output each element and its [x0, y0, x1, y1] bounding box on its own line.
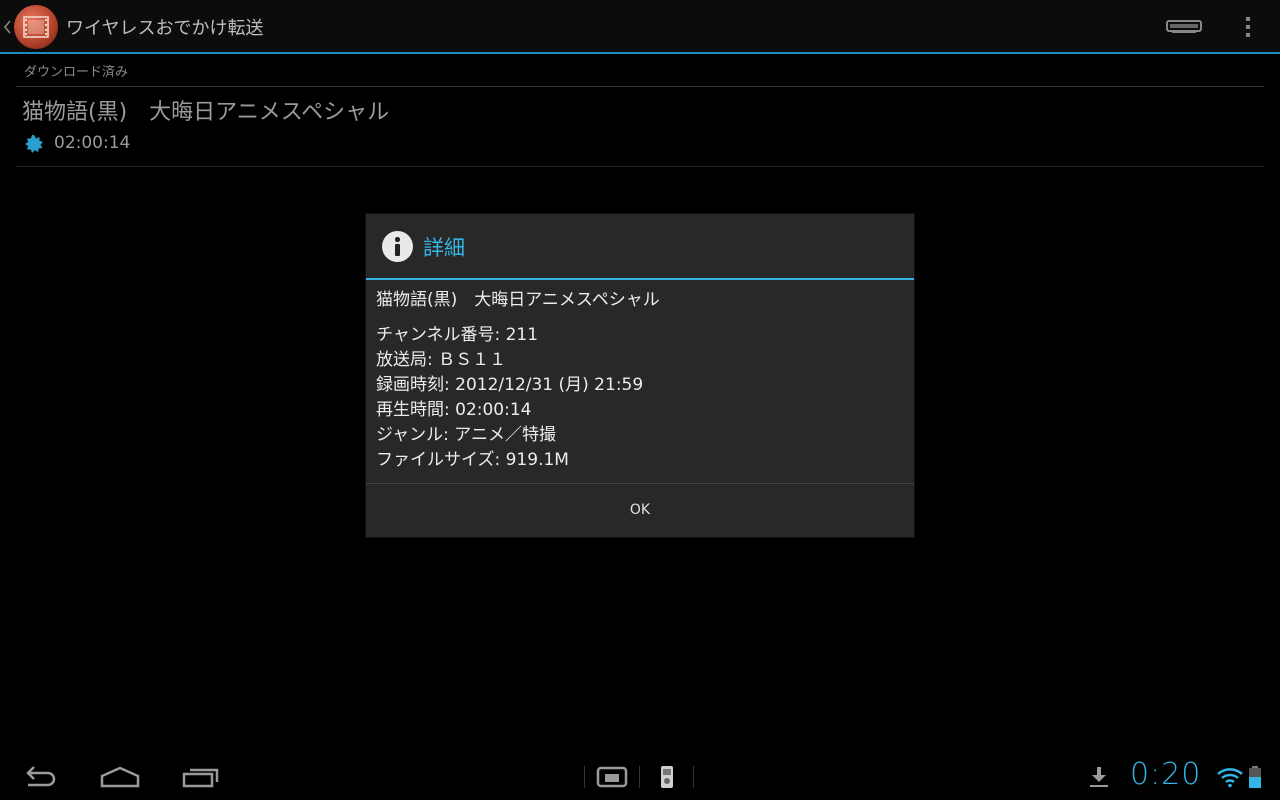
detail-station: 放送局: ＢＳ１１: [376, 350, 507, 370]
dialog-body: 猫物語(黒) 大晦日アニメスペシャル チャンネル番号: 211 放送局: ＢＳ１…: [376, 288, 906, 473]
status-clock: 0:20: [1130, 757, 1202, 792]
nav-separator: [639, 766, 640, 788]
nav-separator: [584, 766, 585, 788]
detail-channel: チャンネル番号: 211: [376, 325, 539, 345]
details-dialog: 詳細 猫物語(黒) 大晦日アニメスペシャル チャンネル番号: 211 放送局: …: [366, 214, 914, 537]
recent-apps-icon[interactable]: [182, 766, 220, 788]
info-icon: [382, 231, 413, 262]
action-bar: ワイヤレスおでかけ転送: [0, 0, 1280, 54]
detail-genre: ジャンル: アニメ／特撮: [376, 425, 556, 445]
detail-record-time: 録画時刻: 2012/12/31 (月) 21:59: [376, 375, 644, 395]
nav-separator: [693, 766, 694, 788]
detail-file-size: ファイルサイズ: 919.1M: [376, 450, 569, 470]
ok-button[interactable]: OK: [366, 484, 914, 537]
recording-title[interactable]: 猫物語(黒) 大晦日アニメスペシャル: [22, 94, 389, 126]
recording-duration: 02:00:14: [54, 133, 131, 153]
back-icon[interactable]: [22, 764, 58, 790]
detail-program-title: 猫物語(黒) 大晦日アニメスペシャル: [376, 290, 660, 310]
home-icon[interactable]: [100, 766, 140, 788]
item-divider: [16, 166, 1264, 167]
wifi-icon: [1217, 768, 1243, 788]
dialog-title: 詳細: [423, 236, 465, 260]
badge-icon: [25, 135, 43, 153]
phone-icon[interactable]: [660, 765, 674, 789]
film-icon[interactable]: [14, 5, 58, 49]
download-icon: [1090, 767, 1108, 787]
section-header: ダウンロード済み: [24, 65, 129, 80]
dialog-header: 詳細: [366, 214, 914, 280]
section-divider: [16, 86, 1264, 87]
screen-icon[interactable]: [596, 766, 628, 788]
back-chevron-icon[interactable]: [2, 13, 12, 41]
battery-icon: [1249, 766, 1261, 788]
device-icon[interactable]: [1166, 18, 1202, 36]
detail-play-time: 再生時間: 02:00:14: [376, 400, 532, 420]
overflow-menu-icon[interactable]: [1240, 14, 1256, 40]
app-title: ワイヤレスおでかけ転送: [66, 18, 264, 39]
